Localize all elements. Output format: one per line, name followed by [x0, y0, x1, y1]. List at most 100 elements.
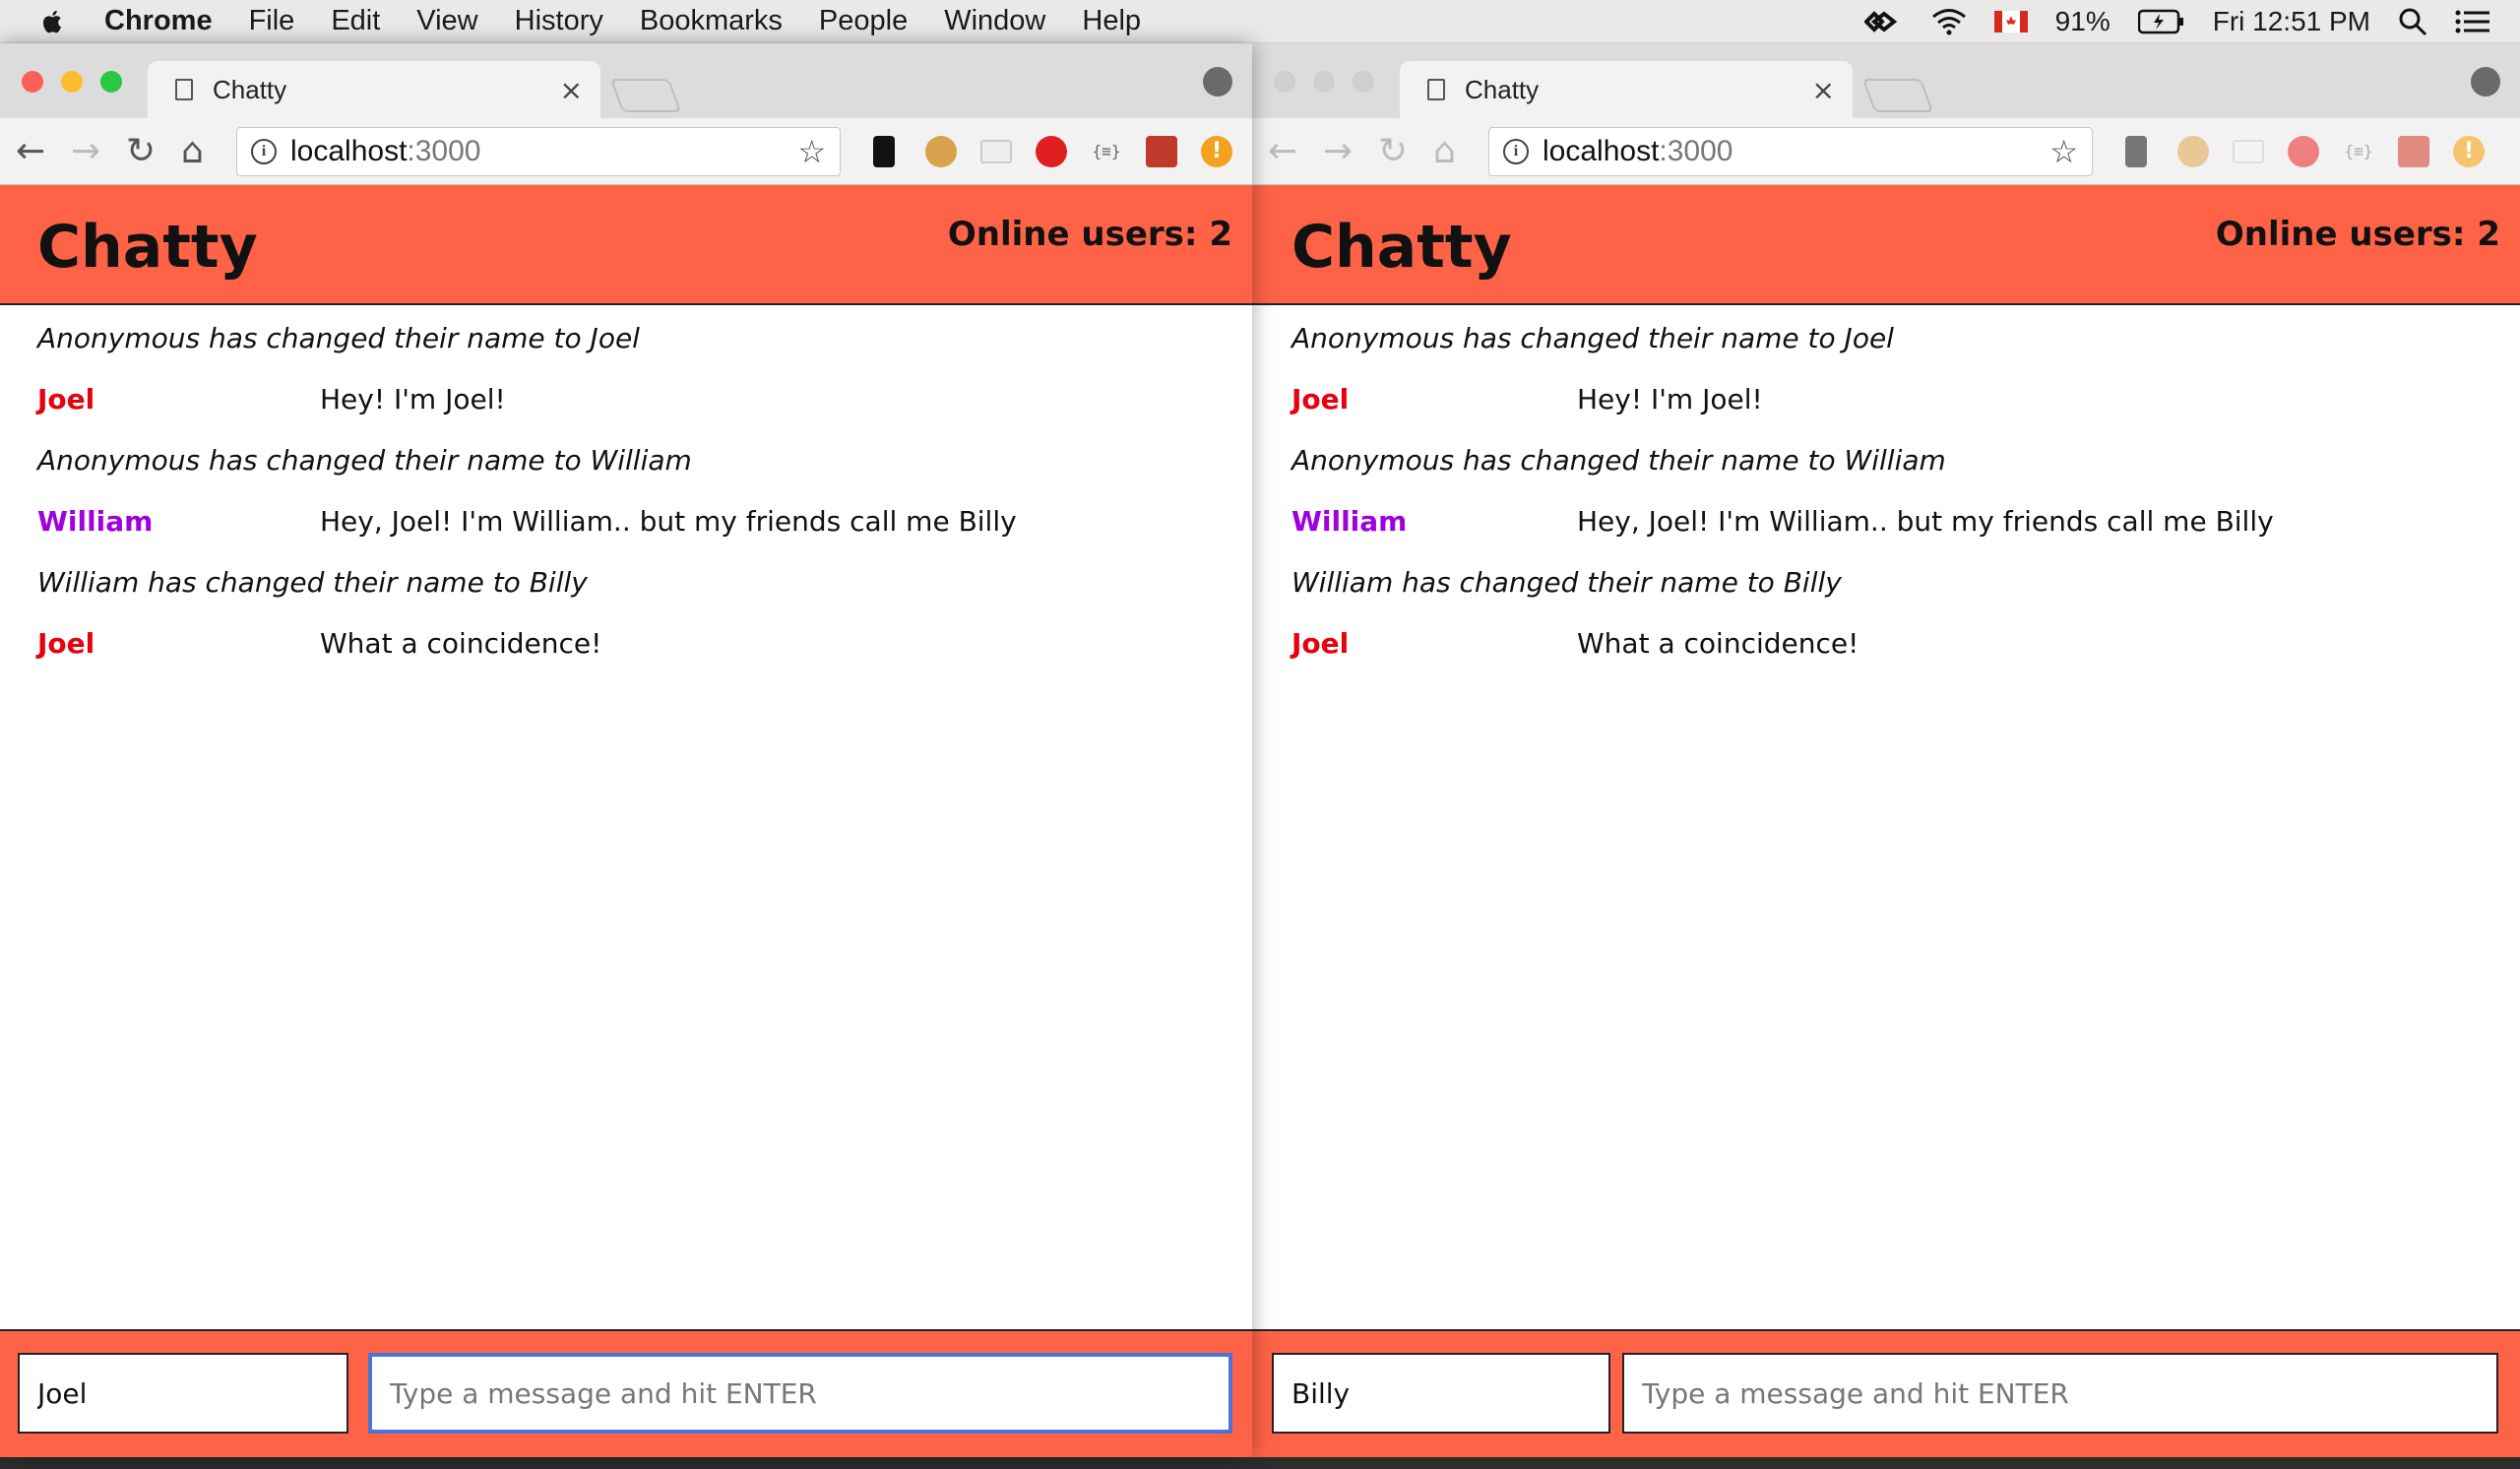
menu-edit[interactable]: Edit	[331, 5, 380, 37]
tab-chatty[interactable]: Chatty ×	[1400, 61, 1853, 118]
tab-close-icon[interactable]: ×	[1812, 74, 1835, 106]
message-input[interactable]	[1622, 1353, 2498, 1434]
page-icon	[1427, 79, 1445, 100]
menu-app-chrome[interactable]: Chrome	[104, 5, 213, 37]
search-icon[interactable]	[2398, 7, 2427, 36]
star-icon[interactable]: ☆	[797, 133, 826, 170]
forward-icon[interactable]: →	[1323, 132, 1353, 171]
notification-text: Anonymous has changed their name to Will…	[1292, 443, 1946, 477]
battery-icon[interactable]	[2137, 9, 2185, 34]
username-input[interactable]	[18, 1353, 348, 1434]
list-icon[interactable]	[2455, 9, 2490, 34]
maximize-window-button[interactable]	[100, 71, 122, 93]
back-icon[interactable]: ←	[1268, 132, 1297, 171]
notification-text: Anonymous has changed their name to Will…	[37, 443, 692, 477]
message-username: Joel	[1292, 382, 1350, 415]
back-icon[interactable]: ←	[16, 132, 45, 171]
page-icon	[175, 79, 193, 100]
username-input[interactable]	[1272, 1353, 1610, 1434]
tabstrip: Chatty ×	[1252, 43, 2520, 118]
notification: Anonymous has changed their name to Joel	[1292, 307, 1894, 368]
chat-header: Chatty Online users: 2	[0, 185, 1252, 305]
info-icon[interactable]: i	[1503, 139, 1529, 164]
infinity-icon[interactable]	[1863, 10, 1904, 33]
message: Joel Hey! I'm Joel!	[37, 368, 506, 429]
extension-alert-icon[interactable]: !	[1201, 136, 1232, 167]
minimize-window-button[interactable]	[1313, 71, 1335, 93]
extension-bug-icon[interactable]	[873, 136, 895, 167]
extension-json-icon[interactable]: {≡}	[2343, 136, 2374, 167]
extension-json-icon[interactable]: {≡}	[1091, 136, 1122, 167]
extension-shield-icon[interactable]	[1036, 136, 1067, 167]
notification-text: Anonymous has changed their name to Joel	[1292, 321, 1894, 354]
message-content: Hey, Joel! I'm William.. but my friends …	[1577, 504, 2274, 538]
menubar-clock[interactable]: Fri 12:51 PM	[2213, 6, 2370, 37]
extension-image-icon[interactable]	[1146, 136, 1177, 167]
notification: Anonymous has changed their name to Will…	[1292, 429, 1946, 490]
wifi-icon[interactable]	[1931, 8, 1967, 35]
notification-text: William has changed their name to Billy	[1292, 565, 1842, 599]
notification-text: Anonymous has changed their name to Joel	[37, 321, 640, 354]
extension-alert-icon[interactable]: !	[2453, 136, 2485, 167]
message-content: Hey! I'm Joel!	[320, 382, 506, 415]
message-content: What a coincidence!	[1577, 626, 1859, 660]
address-bar[interactable]: i localhost :3000 ☆	[1488, 127, 2093, 176]
message: William Hey, Joel! I'm William.. but my f…	[37, 490, 1017, 551]
menu-help[interactable]: Help	[1082, 5, 1141, 37]
tab-title: Chatty	[213, 74, 287, 104]
online-users-count: Online users: 2	[2215, 215, 2500, 254]
extension-cookie-icon[interactable]	[2177, 136, 2209, 167]
close-window-button[interactable]	[1274, 71, 1295, 93]
info-icon[interactable]: i	[251, 139, 277, 164]
profile-icon[interactable]	[1203, 67, 1232, 96]
home-icon[interactable]: ⌂	[1433, 132, 1456, 171]
minimize-window-button[interactable]	[61, 71, 83, 93]
message-content: What a coincidence!	[320, 626, 602, 660]
tabstrip: Chatty ×	[0, 43, 1252, 118]
star-icon[interactable]: ☆	[2049, 133, 2078, 170]
message-input[interactable]	[368, 1353, 1232, 1434]
app-brand[interactable]: Chatty	[37, 213, 258, 282]
new-tab-button[interactable]	[609, 79, 682, 112]
menu-window[interactable]: Window	[944, 5, 1045, 37]
profile-icon[interactable]	[2471, 67, 2500, 96]
menu-people[interactable]: People	[819, 5, 908, 37]
window-controls	[22, 71, 122, 93]
message-username: Joel	[1292, 626, 1350, 660]
menu-bookmarks[interactable]: Bookmarks	[640, 5, 783, 37]
notification-text: William has changed their name to Billy	[37, 565, 588, 599]
apple-icon[interactable]	[39, 8, 67, 35]
menu-view[interactable]: View	[416, 5, 477, 37]
online-users-count: Online users: 2	[947, 215, 1232, 254]
extension-cookie-icon[interactable]	[925, 136, 957, 167]
reload-icon[interactable]: ↻	[126, 132, 156, 171]
message: William Hey, Joel! I'm William.. but my f…	[1292, 490, 2274, 551]
message: Joel What a coincidence!	[37, 612, 601, 673]
tab-close-icon[interactable]: ×	[560, 74, 583, 106]
extension-image-icon[interactable]	[2398, 136, 2429, 167]
new-tab-button[interactable]	[1861, 79, 1934, 112]
close-window-button[interactable]	[22, 71, 43, 93]
address-bar[interactable]: i localhost :3000 ☆	[236, 127, 841, 176]
reload-icon[interactable]: ↻	[1378, 132, 1408, 171]
flag-icon[interactable]	[1993, 11, 2028, 32]
tab-chatty[interactable]: Chatty ×	[148, 61, 600, 118]
extension-bug-icon[interactable]	[2125, 136, 2147, 167]
message-username: Joel	[37, 382, 95, 415]
browser-window-left: Chatty × ← → ↻ ⌂ i localhost :3000 ☆ {≡}…	[0, 43, 1252, 1457]
app-brand[interactable]: Chatty	[1292, 213, 1512, 282]
menu-file[interactable]: File	[249, 5, 295, 37]
extension-shield-icon[interactable]	[2288, 136, 2319, 167]
extension-card-icon[interactable]	[980, 140, 1012, 163]
message-content: Hey, Joel! I'm William.. but my friends …	[320, 504, 1017, 538]
browser-toolbar: ← → ↻ ⌂ i localhost :3000 ☆ {≡} !	[0, 118, 1252, 185]
menu-history[interactable]: History	[515, 5, 603, 37]
notification: Anonymous has changed their name to Joel	[37, 307, 640, 368]
home-icon[interactable]: ⌂	[181, 132, 204, 171]
extension-card-icon[interactable]	[2233, 140, 2264, 163]
menubar: Chrome File Edit View History Bookmarks …	[0, 0, 2520, 43]
forward-icon[interactable]: →	[71, 132, 100, 171]
url-host: localhost	[1543, 135, 1660, 167]
url-port: :3000	[407, 135, 481, 167]
maximize-window-button[interactable]	[1353, 71, 1374, 93]
